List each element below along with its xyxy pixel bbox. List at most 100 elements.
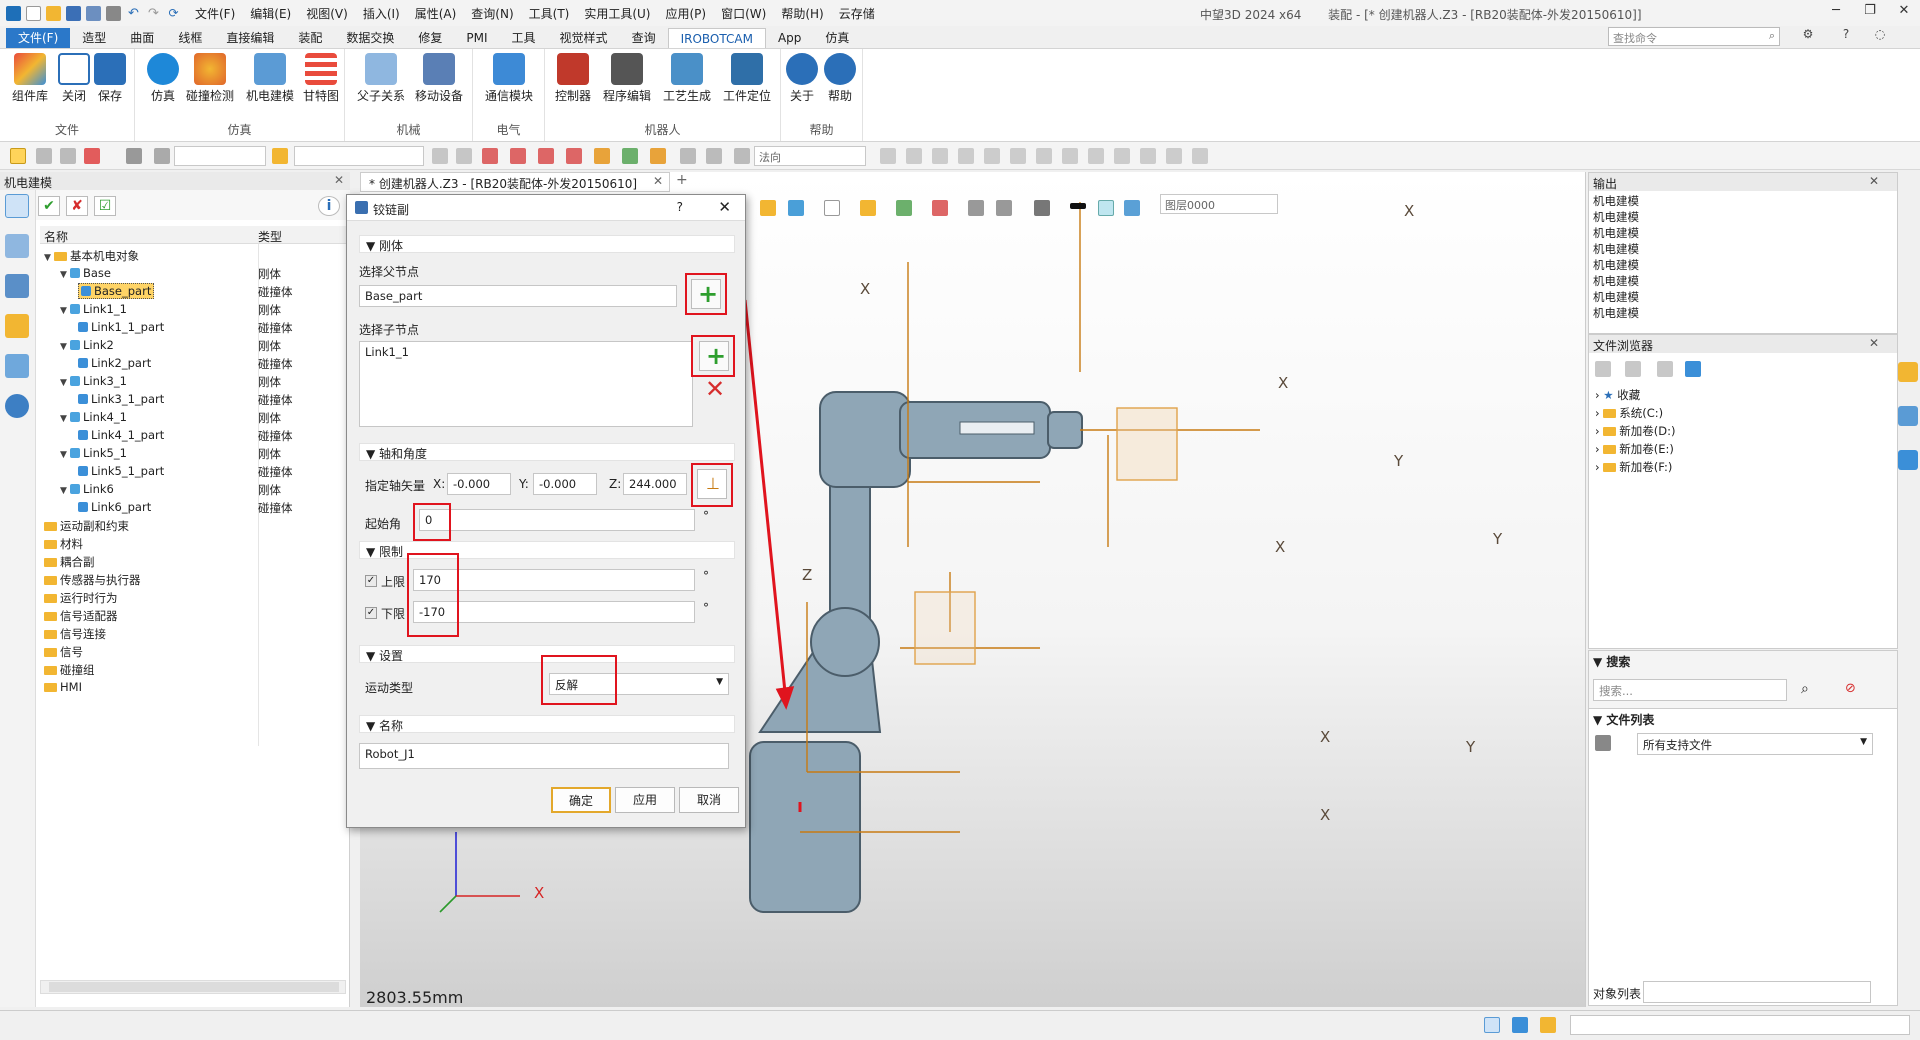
menu-apps[interactable]: 应用(P) bbox=[666, 5, 707, 22]
save-icon[interactable] bbox=[66, 5, 81, 21]
command-line-input[interactable] bbox=[1570, 1015, 1910, 1035]
assembly-icon[interactable] bbox=[5, 234, 29, 258]
tree-row[interactable]: Link5_1_part 碰撞体 bbox=[40, 462, 346, 480]
collapse-icon[interactable]: ▼ bbox=[60, 270, 70, 280]
snap8-icon[interactable] bbox=[680, 148, 696, 164]
child-node-field[interactable]: Link1_1 bbox=[359, 341, 693, 427]
tool-k-icon[interactable] bbox=[1140, 148, 1156, 164]
cancel-button[interactable]: 取消 bbox=[679, 787, 739, 813]
browser-item-favorites[interactable]: › ★ 收藏 bbox=[1595, 387, 1640, 403]
component-library-button[interactable]: 组件库 bbox=[6, 53, 54, 104]
confirm-icon[interactable]: ✔ bbox=[38, 196, 60, 216]
tree-row[interactable]: 信号 bbox=[40, 642, 346, 660]
tool-g-icon[interactable] bbox=[1036, 148, 1052, 164]
about-button[interactable]: 关于 bbox=[781, 53, 823, 104]
mechatronic-modeling-button[interactable]: 机电建模 bbox=[239, 53, 301, 104]
collapse-icon[interactable]: ▼ bbox=[60, 378, 70, 388]
tool-e-icon[interactable] bbox=[984, 148, 1000, 164]
tree-row[interactable]: ▼ Link1_1 刚体 bbox=[40, 300, 346, 318]
snap2-icon[interactable] bbox=[510, 148, 526, 164]
collision-detection-button[interactable]: 碰撞检测 bbox=[179, 53, 241, 104]
clear-search-icon[interactable]: ⊘ bbox=[1845, 681, 1856, 696]
redo-icon[interactable]: ↷ bbox=[146, 6, 161, 21]
axis-x-input[interactable]: -0.000 bbox=[447, 473, 511, 495]
view-box-icon[interactable] bbox=[788, 200, 804, 216]
file-browser-close-icon[interactable]: ✕ bbox=[1869, 336, 1879, 350]
refresh-icon[interactable] bbox=[1685, 361, 1701, 377]
tool-a-icon[interactable] bbox=[880, 148, 896, 164]
tree-row[interactable]: ▼ Base 刚体 bbox=[40, 264, 346, 282]
menu-query[interactable]: 查询(N) bbox=[471, 5, 513, 22]
tab-simulation[interactable]: 仿真 bbox=[813, 28, 861, 48]
tool-h-icon[interactable] bbox=[1062, 148, 1078, 164]
section-axis-angle[interactable]: ▼ 轴和角度 bbox=[359, 443, 735, 461]
browser-item-f[interactable]: › 新加卷(F:) bbox=[1595, 459, 1672, 475]
joint-name-input[interactable]: Robot_J1 bbox=[359, 743, 729, 769]
tab-tools[interactable]: 工具 bbox=[500, 28, 548, 48]
menu-attribute[interactable]: 属性(A) bbox=[415, 5, 457, 22]
line-style-icon[interactable] bbox=[1070, 203, 1086, 209]
collapse-icon[interactable]: ▼ bbox=[60, 414, 70, 424]
tree-row[interactable]: 耦合副 bbox=[40, 552, 346, 570]
menu-window[interactable]: 窗口(W) bbox=[721, 5, 766, 22]
workpiece-position-button[interactable]: 工件定位 bbox=[719, 53, 775, 104]
print-icon[interactable] bbox=[106, 5, 121, 21]
tree-row[interactable]: Link2_part 碰撞体 bbox=[40, 354, 346, 372]
dialog-help-button[interactable]: ? bbox=[677, 200, 683, 214]
customize-icon[interactable]: ◌ bbox=[1872, 27, 1888, 43]
object-list-dropdown[interactable] bbox=[1643, 981, 1871, 1003]
tab-irobotcam[interactable]: IROBOTCAM bbox=[667, 28, 766, 48]
menu-utilities[interactable]: 实用工具(U) bbox=[584, 5, 650, 22]
communication-module-button[interactable]: 通信模块 bbox=[481, 53, 537, 104]
section-name[interactable]: ▼ 名称 bbox=[359, 715, 735, 733]
filter-icon[interactable] bbox=[154, 148, 170, 164]
search-icon[interactable]: ⌕ bbox=[1801, 681, 1809, 697]
help-button[interactable]: 帮助 bbox=[819, 53, 861, 104]
tab-surface[interactable]: 曲面 bbox=[118, 28, 166, 48]
select-pointer-icon[interactable] bbox=[10, 148, 26, 164]
output-close-icon[interactable]: ✕ bbox=[1869, 174, 1879, 188]
crosshair-icon[interactable] bbox=[36, 148, 52, 164]
status-notes-icon[interactable] bbox=[1540, 1017, 1556, 1033]
collapse-icon[interactable]: ▼ bbox=[60, 306, 70, 316]
file-search-input[interactable]: 搜索... bbox=[1593, 679, 1787, 701]
tab-assembly[interactable]: 装配 bbox=[286, 28, 334, 48]
tree-row[interactable]: Link4_1_part 碰撞体 bbox=[40, 426, 346, 444]
minimize-icon[interactable]: ─ bbox=[1822, 3, 1850, 21]
browser-item-e[interactable]: › 新加卷(E:) bbox=[1595, 441, 1674, 457]
axis-y-input[interactable]: -0.000 bbox=[533, 473, 597, 495]
tool-d-icon[interactable] bbox=[958, 148, 974, 164]
restore-icon[interactable]: ❐ bbox=[1856, 3, 1884, 21]
menu-view[interactable]: 视图(V) bbox=[306, 5, 348, 22]
dialog-close-button[interactable]: ✕ bbox=[718, 198, 731, 216]
section-rigid-body[interactable]: ▼ 刚体 bbox=[359, 235, 735, 253]
tool-m-icon[interactable] bbox=[1192, 148, 1208, 164]
check-apply-icon[interactable]: ☑ bbox=[94, 196, 116, 216]
tool-i-icon[interactable] bbox=[1088, 148, 1104, 164]
snap-icon[interactable] bbox=[482, 148, 498, 164]
view-render-icon[interactable] bbox=[896, 200, 912, 216]
part-icon[interactable] bbox=[5, 314, 29, 338]
image-icon[interactable] bbox=[5, 354, 29, 378]
entity-dropdown[interactable] bbox=[294, 146, 424, 166]
point-icon[interactable] bbox=[84, 148, 100, 164]
tree-row[interactable]: ▼ Link4_1 刚体 bbox=[40, 408, 346, 426]
tree-row[interactable]: 运行时行为 bbox=[40, 588, 346, 606]
view-section-icon[interactable] bbox=[932, 200, 948, 216]
tree-row[interactable]: Link1_1_part 碰撞体 bbox=[40, 318, 346, 336]
up-icon[interactable] bbox=[1657, 361, 1673, 377]
tab-modeling[interactable]: 造型 bbox=[70, 28, 118, 48]
tab-direct-edit[interactable]: 直接编辑 bbox=[214, 28, 286, 48]
snap6-icon[interactable] bbox=[622, 148, 638, 164]
library-icon[interactable] bbox=[1898, 406, 1918, 426]
tree-row[interactable]: ▼ Link5_1 刚体 bbox=[40, 444, 346, 462]
tree-row[interactable]: ▼ Link6 刚体 bbox=[40, 480, 346, 498]
open-folder-icon[interactable] bbox=[46, 5, 61, 21]
info-icon[interactable]: i bbox=[318, 196, 340, 216]
structure-icon[interactable] bbox=[5, 274, 29, 298]
refresh-icon[interactable]: ⟳ bbox=[166, 6, 181, 21]
start-angle-input[interactable]: 0 bbox=[419, 509, 695, 531]
program-editor-button[interactable]: 程序编辑 bbox=[599, 53, 655, 104]
undo-icon[interactable]: ↶ bbox=[126, 6, 141, 21]
view-cube-icon[interactable] bbox=[760, 200, 776, 216]
